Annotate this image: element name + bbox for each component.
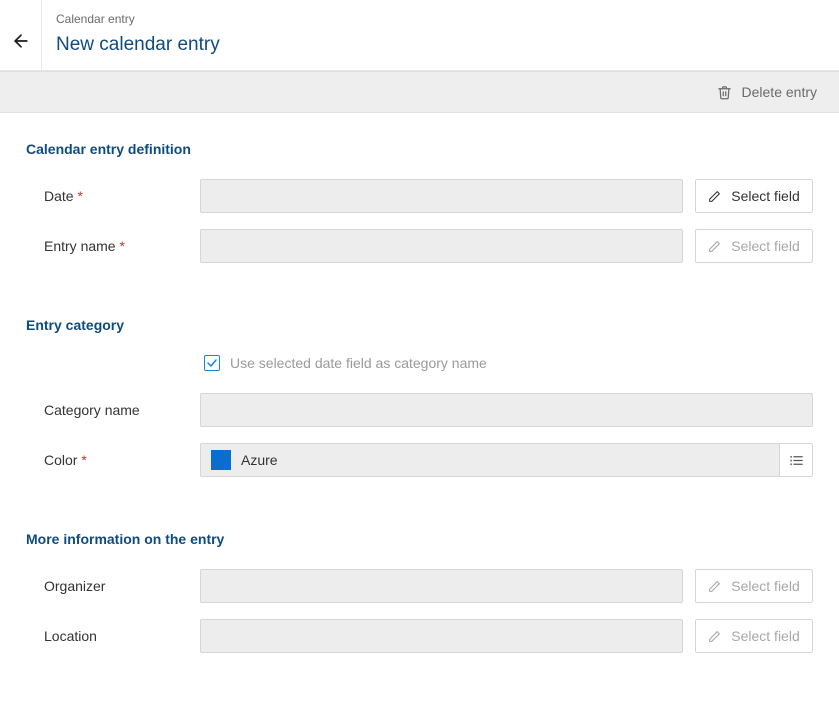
section-definition-title: Calendar entry definition [26, 141, 813, 157]
organizer-input[interactable] [200, 569, 683, 603]
toolbar: Delete entry [0, 71, 839, 113]
select-field-label: Select field [731, 238, 799, 254]
entry-name-select-field-button[interactable]: Select field [695, 229, 813, 263]
list-icon [789, 453, 804, 468]
use-date-checkbox[interactable] [204, 355, 220, 371]
color-name: Azure [241, 452, 278, 468]
select-field-label: Select field [731, 188, 799, 204]
date-select-field-button[interactable]: Select field [695, 179, 813, 213]
select-field-label: Select field [731, 578, 799, 594]
arrow-left-icon [11, 31, 31, 51]
trash-icon [717, 85, 732, 100]
back-button[interactable] [11, 31, 31, 54]
breadcrumb: Calendar entry [56, 12, 220, 26]
location-input[interactable] [200, 619, 683, 653]
pencil-icon [708, 630, 721, 643]
back-column [0, 0, 42, 70]
row-color: Color Azure [44, 443, 813, 477]
header: Calendar entry New calendar entry [0, 0, 839, 71]
row-use-date-as-category: Use selected date field as category name [204, 355, 813, 371]
category-name-label: Category name [44, 402, 188, 418]
location-select-field-button[interactable]: Select field [695, 619, 813, 653]
row-organizer: Organizer Select field [44, 569, 813, 603]
delete-entry-button[interactable]: Delete entry [717, 84, 817, 100]
content: Calendar entry definition Date Select fi… [0, 113, 839, 709]
use-date-checkbox-label: Use selected date field as category name [230, 355, 487, 371]
color-swatch [211, 450, 231, 470]
color-label: Color [44, 452, 188, 468]
date-input[interactable] [200, 179, 683, 213]
section-more-info-title: More information on the entry [26, 531, 813, 547]
color-field: Azure [200, 443, 813, 477]
select-field-label: Select field [731, 628, 799, 644]
row-date: Date Select field [44, 179, 813, 213]
entry-name-label: Entry name [44, 238, 188, 254]
color-picker-button[interactable] [779, 443, 813, 477]
entry-name-input[interactable] [200, 229, 683, 263]
pencil-icon [708, 190, 721, 203]
pencil-icon [708, 580, 721, 593]
row-location: Location Select field [44, 619, 813, 653]
organizer-label: Organizer [44, 578, 188, 594]
check-icon [206, 357, 218, 369]
delete-entry-label: Delete entry [742, 84, 817, 100]
page-title: New calendar entry [56, 34, 220, 56]
section-definition-rows: Date Select field Entry name Select fiel… [44, 179, 813, 263]
title-column: Calendar entry New calendar entry [42, 0, 234, 70]
pencil-icon [708, 240, 721, 253]
location-label: Location [44, 628, 188, 644]
organizer-select-field-button[interactable]: Select field [695, 569, 813, 603]
section-category-title: Entry category [26, 317, 813, 333]
section-more-info-rows: Organizer Select field Location Select f… [44, 569, 813, 653]
row-entry-name: Entry name Select field [44, 229, 813, 263]
date-label: Date [44, 188, 188, 204]
color-input[interactable]: Azure [200, 443, 779, 477]
row-category-name: Category name [44, 393, 813, 427]
category-name-input[interactable] [200, 393, 813, 427]
section-category-rows: Use selected date field as category name… [44, 355, 813, 477]
